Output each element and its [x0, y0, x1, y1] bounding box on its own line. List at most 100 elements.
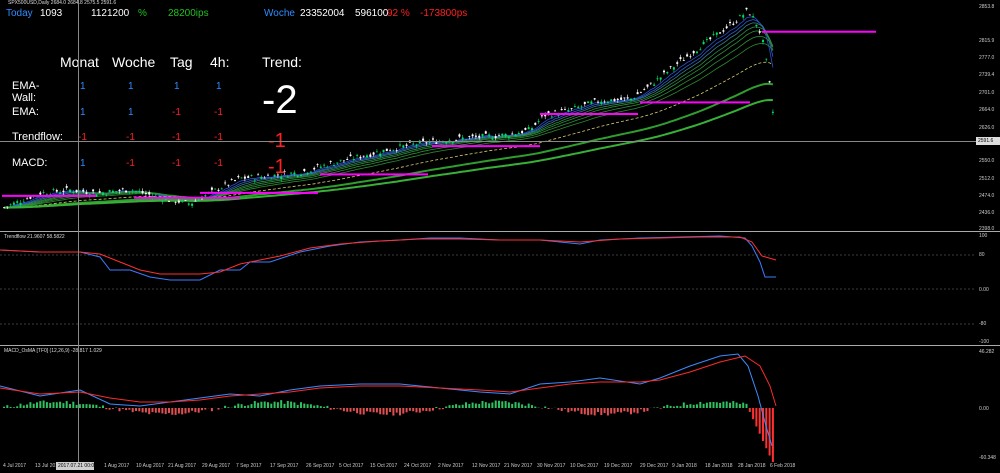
macd-bar — [514, 402, 517, 408]
macd-bar — [131, 408, 134, 413]
candle-body — [550, 116, 553, 118]
candle-body — [240, 177, 243, 179]
macd-bar — [95, 404, 98, 408]
macd-bar — [247, 405, 250, 408]
date-tick: 10 Dec 2017 — [570, 463, 599, 469]
candle-body — [702, 41, 705, 45]
macd-bar — [418, 408, 421, 413]
candle-body — [187, 203, 190, 205]
macd-bar — [428, 408, 431, 412]
candle-body — [735, 21, 738, 23]
macd-bar — [286, 400, 289, 408]
candle-body — [517, 132, 520, 135]
macd-bar — [323, 406, 326, 408]
macd-bar — [692, 404, 695, 408]
macd-tick: 46.282 — [979, 349, 995, 355]
macd-bar — [125, 408, 128, 411]
candle-body — [52, 188, 55, 190]
candle-body — [174, 201, 177, 203]
trendflow-tick: 80 — [979, 252, 985, 258]
macd-bar — [705, 402, 708, 408]
price-chart[interactable] — [0, 0, 976, 230]
candle-body — [593, 98, 596, 100]
date-tick: 19 Dec 2017 — [604, 463, 633, 469]
candle-body — [224, 182, 227, 184]
macd-bar — [715, 402, 718, 408]
candle-body — [554, 110, 557, 112]
macd-bar — [666, 404, 669, 408]
macd-bar — [154, 408, 157, 413]
candle-body — [306, 172, 309, 175]
macd-bar — [636, 408, 639, 414]
candle-body — [257, 174, 260, 176]
macd-bar — [19, 403, 22, 408]
macd-bar — [313, 405, 316, 408]
macd-bar — [32, 403, 35, 408]
macd-bar — [273, 401, 276, 408]
candle-body — [577, 106, 580, 108]
macd-bar — [339, 408, 342, 410]
candle-body — [293, 172, 296, 175]
macd-bar — [745, 403, 748, 408]
ema-line — [3, 19, 774, 208]
candle-body — [62, 190, 65, 192]
candle-body — [191, 203, 194, 206]
macd-bar — [234, 405, 236, 408]
macd-bar — [722, 401, 725, 408]
candle-body — [26, 198, 29, 200]
candle-body — [771, 111, 774, 113]
cell-ema-wall-woche: 1 — [128, 81, 134, 92]
macd-bar — [610, 408, 613, 414]
price-tick: 2701.0 — [979, 90, 995, 96]
candle-body — [204, 195, 207, 197]
macd-bar — [686, 404, 689, 408]
macd-pane[interactable] — [0, 346, 976, 462]
macd-bar — [455, 404, 458, 408]
macd-bar — [590, 408, 593, 415]
trendflow-axis: 100 80 0.00 -80 -100 — [976, 232, 1000, 345]
candle-body — [121, 188, 124, 190]
macd-bar — [260, 401, 263, 408]
trendflow-tick: 0.00 — [979, 287, 989, 293]
candle-body — [359, 156, 362, 159]
macd-bar — [583, 408, 586, 415]
candle-body — [105, 194, 108, 196]
macd-bar — [389, 408, 392, 413]
candle-body — [570, 108, 573, 110]
candle-body — [590, 101, 593, 104]
cell-ema-monat: 1 — [80, 107, 86, 118]
candle-body — [682, 60, 685, 61]
macd-bar — [309, 404, 312, 408]
macd-bar — [144, 408, 147, 413]
macd-bar — [484, 402, 487, 408]
macd-bar — [577, 408, 580, 411]
date-tick: 12 Nov 2017 — [472, 463, 501, 469]
macd-bar — [412, 408, 415, 412]
candle-body — [42, 191, 45, 193]
macd-bar — [369, 408, 372, 412]
macd-bar — [441, 408, 444, 410]
macd-bar — [478, 403, 481, 408]
macd-bar — [643, 408, 646, 412]
candle-body — [78, 190, 81, 192]
candle-body — [290, 172, 293, 174]
candle-body — [399, 144, 401, 146]
candle-body — [633, 98, 636, 99]
trendflow-pane[interactable] — [0, 232, 976, 345]
macd-bar — [82, 404, 85, 408]
candle-body — [738, 15, 741, 17]
macd-bar — [702, 403, 705, 408]
macd-bar — [709, 402, 712, 408]
candle-body — [19, 202, 22, 205]
candle-body — [385, 148, 388, 152]
macd-bar — [422, 408, 425, 411]
macd-bar — [623, 408, 626, 412]
candle-body — [154, 195, 157, 197]
candle-body — [323, 164, 326, 166]
macd-bar — [349, 408, 352, 412]
candle-body — [603, 101, 606, 103]
macd-bar — [557, 408, 560, 410]
macd-bar — [758, 408, 761, 434]
candle-body — [220, 188, 223, 190]
macd-bar — [224, 405, 227, 408]
